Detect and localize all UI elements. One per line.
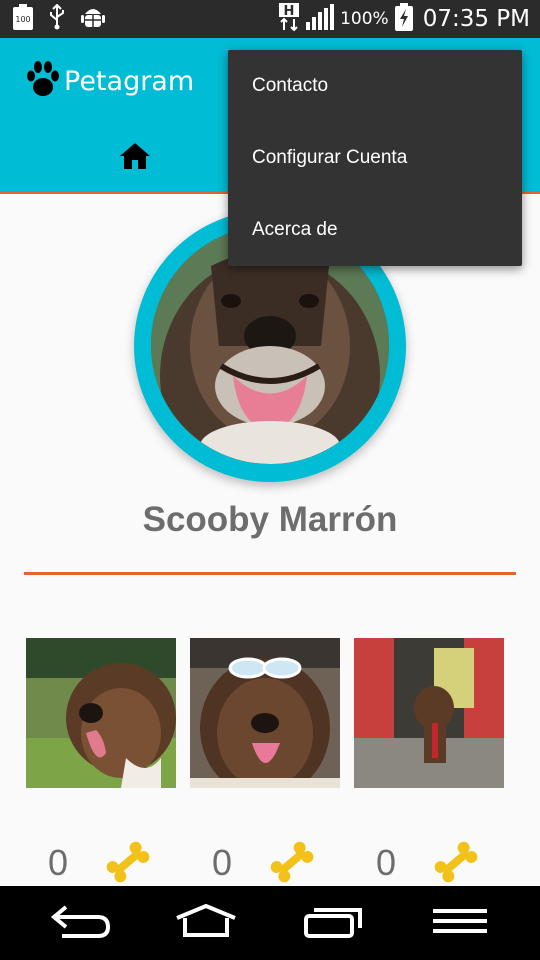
- gallery-photo-3[interactable]: [354, 638, 504, 788]
- navigation-bar: [0, 886, 540, 960]
- menu-button[interactable]: [426, 900, 494, 946]
- bone-icon[interactable]: [268, 838, 316, 886]
- tab-home[interactable]: [112, 138, 158, 178]
- home-nav-button[interactable]: [172, 900, 240, 946]
- overflow-menu: Contacto Configurar Cuenta Acerca de: [228, 50, 522, 266]
- menu-item-acerca-de[interactable]: Acerca de: [228, 194, 522, 266]
- pet-name: Scooby Marrón: [142, 500, 398, 539]
- battery-small-label: 100: [15, 15, 30, 24]
- app-title: Petagram: [64, 65, 195, 97]
- menu-icon: [431, 906, 489, 940]
- battery-charging-icon: [394, 3, 413, 35]
- like-count: 0: [212, 842, 233, 883]
- android-debug-icon: [80, 4, 106, 34]
- gallery-photo-1[interactable]: [26, 638, 176, 788]
- name-divider: [24, 572, 516, 575]
- menu-item-configurar-cuenta[interactable]: Configurar Cuenta: [228, 122, 522, 194]
- app-title-row: Petagram: [26, 60, 194, 102]
- menu-item-contacto[interactable]: Contacto: [228, 50, 522, 122]
- gallery-photo-2[interactable]: [190, 638, 340, 788]
- back-icon: [48, 903, 112, 943]
- paw-icon: [26, 60, 60, 102]
- like-count: 0: [48, 842, 69, 883]
- status-bar: 100 H 100% 07:35 PM: [0, 0, 540, 38]
- battery-percent: 100%: [340, 9, 389, 29]
- like-count: 0: [376, 842, 397, 883]
- recents-icon: [302, 904, 366, 942]
- home-nav-icon: [173, 903, 239, 942]
- bone-icon[interactable]: [432, 838, 480, 886]
- battery-100-icon: 100: [12, 4, 34, 34]
- network-label: H: [284, 4, 295, 19]
- back-button[interactable]: [46, 900, 114, 946]
- network-h-icon: H: [278, 3, 300, 35]
- usb-icon: [48, 3, 66, 34]
- clock: 07:35 PM: [422, 6, 530, 32]
- home-icon: [119, 142, 151, 174]
- recents-button[interactable]: [300, 900, 368, 946]
- signal-icon: [306, 4, 335, 34]
- bone-icon[interactable]: [104, 838, 152, 886]
